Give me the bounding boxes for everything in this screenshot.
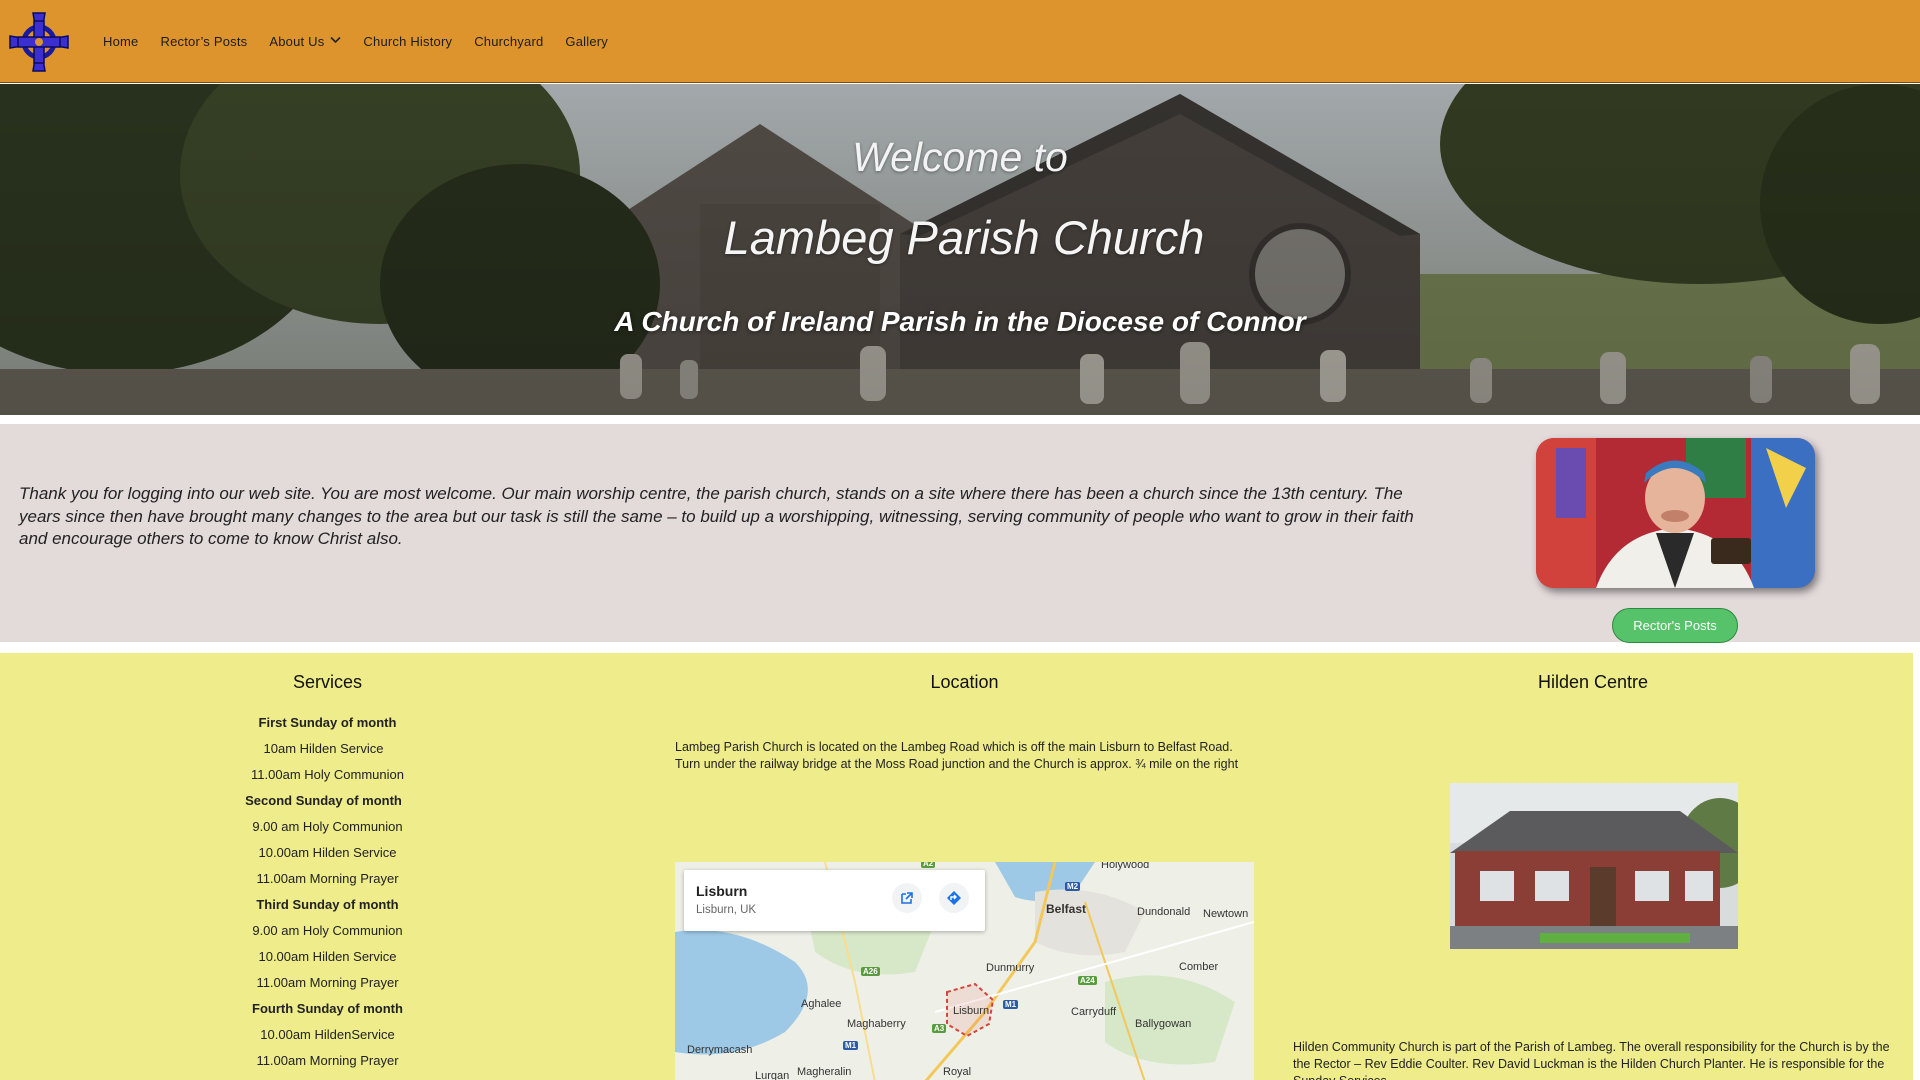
map-label: Carryduff (1071, 1006, 1117, 1018)
service-line: Second Sunday of month (245, 793, 402, 808)
map-label: Comber (1179, 961, 1219, 973)
map-label: Royal (943, 1066, 972, 1078)
nav-about-us-label[interactable]: About Us (269, 34, 324, 49)
nav-church-history[interactable]: Church History (363, 34, 452, 49)
rectors-posts-button[interactable]: Rector's Posts (1612, 608, 1738, 643)
nav-gallery[interactable]: Gallery (565, 34, 608, 49)
hero-banner: Welcome to Lambeg Parish Church A Church… (0, 84, 1920, 415)
map-card-subtitle: Lisburn, UK (696, 904, 757, 916)
map-label: Magheralin (797, 1066, 852, 1078)
nav-about-us[interactable]: About Us (269, 34, 341, 49)
open-in-maps-icon[interactable] (892, 883, 922, 913)
location-text: Lambeg Parish Church is located on the L… (675, 740, 1239, 771)
map-label: Lurgan (755, 1070, 790, 1080)
service-line: 10.00am Hilden Service (258, 949, 397, 964)
services-title: Services (292, 672, 363, 692)
service-line: 9.00 am Holy Communion (252, 819, 403, 834)
info-section: Services First Sunday of month 10am Hild… (0, 653, 1913, 1080)
directions-icon[interactable] (939, 883, 969, 913)
nav-churchyard[interactable]: Churchyard (474, 34, 543, 49)
service-line: 11.00am Holy Communion (251, 767, 404, 782)
service-line: 9.00 am Holy Communion (252, 923, 403, 938)
location-title: Location (930, 672, 999, 692)
nav-home-label[interactable]: Home (103, 34, 138, 49)
welcome-text: Thank you for logging into our web site.… (19, 484, 1414, 548)
rector-photo (1536, 438, 1815, 588)
road-badge: A2 (921, 862, 936, 868)
hilden-centre-photo (1450, 783, 1738, 949)
service-line: 10.00am Hilden Service (258, 845, 397, 860)
road-badge: A3 (932, 1024, 947, 1033)
map-label: Maghaberry (847, 1018, 906, 1030)
nav-menu: Home Rector’s Posts About Us Church Hist… (103, 0, 630, 83)
welcome-section: Thank you for logging into our web site.… (0, 424, 1920, 643)
hero-subtitle: A Church of Ireland Parish in the Dioces… (614, 306, 1306, 337)
hero-church-name: Lambeg Parish Church (723, 211, 1205, 264)
service-line: Fourth Sunday of month (252, 1001, 403, 1016)
map-label: Derrymacash (687, 1044, 753, 1056)
service-line: 11.00am Morning Prayer (256, 1053, 399, 1068)
chevron-down-icon[interactable] (330, 35, 341, 47)
service-line: Third Sunday of month (256, 897, 399, 912)
nav-home[interactable]: Home (103, 34, 138, 49)
top-navbar: Home Rector’s Posts About Us Church Hist… (0, 0, 1920, 83)
celtic-cross-icon[interactable] (6, 9, 72, 75)
service-line: 11.00am Morning Prayer (256, 871, 399, 886)
map-label: Dundonald (1137, 906, 1191, 918)
nav-rectors-posts-label[interactable]: Rector’s Posts (160, 34, 247, 49)
map-label: Aghalee (801, 998, 842, 1010)
service-line: First Sunday of month (258, 715, 397, 730)
nav-church-history-label[interactable]: Church History (363, 34, 452, 49)
nav-churchyard-label[interactable]: Churchyard (474, 34, 543, 49)
location-map[interactable]: Lisburn Lisburn, UK Holywood Belfast Dun… (675, 862, 1254, 1080)
hilden-text: Hilden Community Church is part of the P… (1293, 1040, 1890, 1080)
map-card-title: Lisburn (696, 883, 748, 899)
hilden-title: Hilden Centre (1537, 672, 1649, 692)
road-badge: M2 (1065, 882, 1081, 891)
nav-gallery-label[interactable]: Gallery (565, 34, 608, 49)
service-line: 11.00am Morning Prayer (256, 975, 399, 990)
hero-welcome-text: Welcome to (852, 134, 1068, 180)
road-badge: M1 (1003, 1000, 1019, 1009)
map-label: Newtown (1203, 908, 1249, 920)
road-badge: A26 (861, 967, 880, 976)
map-label: Lisburn (953, 1005, 990, 1017)
map-label: Dunmurry (986, 962, 1035, 974)
road-badge: M1 (843, 1041, 859, 1050)
map-info-card: Lisburn Lisburn, UK (684, 870, 985, 931)
map-label: Ballygowan (1135, 1018, 1192, 1030)
road-badge: A24 (1078, 976, 1097, 985)
map-label: Belfast (1046, 902, 1087, 916)
nav-rectors-posts[interactable]: Rector’s Posts (160, 34, 247, 49)
map-label: Holywood (1101, 862, 1150, 871)
service-line: 10.00am HildenService (260, 1027, 395, 1042)
service-line: 10am Hilden Service (263, 741, 384, 756)
